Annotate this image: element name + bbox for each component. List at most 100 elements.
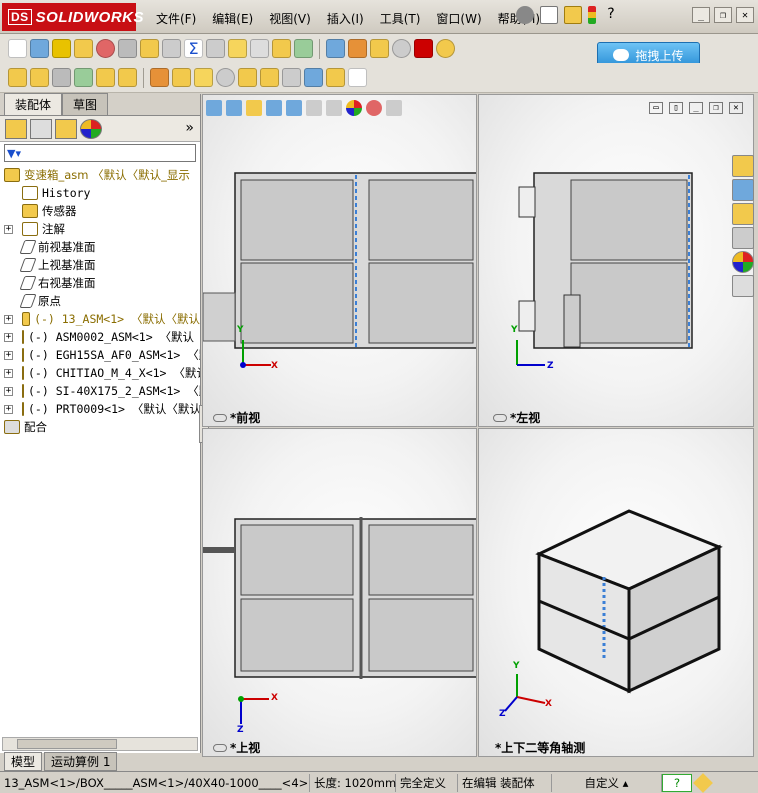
hole-alignment-check-icon[interactable] <box>348 68 367 87</box>
menu-window[interactable]: 窗口(W) <box>428 8 489 29</box>
menu-edit[interactable]: 编辑(E) <box>204 8 261 29</box>
hole-alignment-icon[interactable] <box>272 39 291 58</box>
viewport-front[interactable]: X Y *前视 <box>202 94 477 427</box>
tree-item[interactable]: + 注解 <box>0 220 200 238</box>
viewport-isometric[interactable]: X Y Z *上下二等角轴测 <box>478 428 754 757</box>
circle-check-icon[interactable] <box>392 39 411 58</box>
property-manager-tab-icon[interactable] <box>30 118 52 139</box>
menu-file[interactable]: 文件(F) <box>148 8 204 29</box>
custom-properties-icon[interactable] <box>732 275 754 297</box>
horizontal-scrollbar[interactable] <box>2 737 198 751</box>
zoom-to-fit-icon[interactable] <box>206 100 222 116</box>
expand-toggle[interactable]: + <box>4 332 13 342</box>
minimize-button[interactable]: _ <box>692 7 710 23</box>
tree-item[interactable]: 变速箱_asm 〈默认〈默认_显示 <box>0 166 200 184</box>
split-vertical-icon[interactable]: ▯ <box>669 102 683 114</box>
warning-icon[interactable] <box>228 39 247 58</box>
feature-tree-tab-icon[interactable] <box>5 118 27 139</box>
viewport-left[interactable]: Z Y *左视 ▭ ▯ _ ❐ ✕ <box>478 94 754 427</box>
interference-detection-icon[interactable] <box>304 68 323 87</box>
tab-model[interactable]: 模型 <box>4 752 43 771</box>
rebuild-traffic-light-icon[interactable] <box>588 6 596 24</box>
reference-geometry-icon[interactable] <box>194 68 213 87</box>
explode-line-icon[interactable] <box>282 68 301 87</box>
file-explorer-icon[interactable] <box>732 203 754 225</box>
tree-item[interactable]: History <box>0 184 200 202</box>
display-manager-tab-icon[interactable] <box>80 118 102 139</box>
close-button[interactable]: ✕ <box>736 7 754 23</box>
tab-sketch[interactable]: 草图 <box>62 93 109 115</box>
table-icon[interactable] <box>326 39 345 58</box>
menu-view[interactable]: 视图(V) <box>261 8 319 29</box>
edit-component-icon[interactable] <box>30 39 49 58</box>
equations-sigma-icon[interactable]: Σ <box>184 39 203 58</box>
previous-view-icon[interactable] <box>246 100 262 116</box>
tree-item[interactable]: + (-) CHITIAO_M_4_X<1> 〈默认 <box>0 364 200 382</box>
configuration-manager-tab-icon[interactable] <box>55 118 77 139</box>
expand-toggle[interactable]: + <box>4 368 13 378</box>
solidworks-resources-icon[interactable] <box>732 155 754 177</box>
link-icon[interactable] <box>493 413 507 422</box>
spellcheck-icon[interactable] <box>8 39 27 58</box>
hide-show-items-icon[interactable] <box>326 100 342 116</box>
restore-viewport-icon[interactable]: ❐ <box>709 102 723 114</box>
clearance-verification-icon[interactable] <box>326 68 345 87</box>
help-icon[interactable]: ? <box>662 773 692 792</box>
scale-icon[interactable] <box>52 39 71 58</box>
checkbox-icon[interactable] <box>140 39 159 58</box>
tree-item[interactable]: 前视基准面 <box>0 238 200 256</box>
edit-appearance-icon[interactable] <box>346 100 362 116</box>
display-style-icon[interactable] <box>306 100 322 116</box>
mass-properties-icon[interactable] <box>118 39 137 58</box>
open-folder-icon[interactable] <box>564 6 582 24</box>
properties-icon[interactable] <box>74 39 93 58</box>
notification-icon[interactable] <box>692 772 722 793</box>
expand-toggle[interactable]: + <box>4 224 13 234</box>
smart-fasteners-icon[interactable] <box>96 68 115 87</box>
appearances-scenes-icon[interactable] <box>732 251 754 273</box>
zoom-to-area-icon[interactable] <box>226 100 242 116</box>
viewport-top[interactable]: X Z *上视 <box>202 428 477 757</box>
tab-assembly[interactable]: 装配体 <box>4 93 63 115</box>
tree-item[interactable]: 传感器 <box>0 202 200 220</box>
show-hidden-icon[interactable] <box>150 68 169 87</box>
exploded-view-icon[interactable] <box>260 68 279 87</box>
view-orientation-icon[interactable] <box>286 100 302 116</box>
measure-icon[interactable] <box>96 39 115 58</box>
new-document-icon[interactable] <box>540 6 558 24</box>
view-palette-icon[interactable] <box>732 227 754 249</box>
new-motion-study-icon[interactable] <box>216 68 235 87</box>
bill-of-materials-icon[interactable] <box>238 68 257 87</box>
split-horizontal-icon[interactable]: ▭ <box>649 102 663 114</box>
move-component-icon[interactable] <box>118 68 137 87</box>
gear-icon[interactable] <box>370 39 389 58</box>
tree-item[interactable]: + (-) EGH15SA_AF0_ASM<1> 〈默 <box>0 346 200 364</box>
tree-item[interactable]: 右视基准面 <box>0 274 200 292</box>
tree-item[interactable]: 配合 <box>0 418 200 436</box>
expand-panel-icon[interactable]: » <box>185 120 194 136</box>
check-icon[interactable] <box>294 39 313 58</box>
tree-item[interactable]: + (-) PRT0009<1> 〈默认〈默认 <box>0 400 200 418</box>
menu-tools[interactable]: 工具(T) <box>372 8 429 29</box>
interference-icon[interactable] <box>206 39 225 58</box>
tree-item[interactable]: + (-) ASM0002_ASM<1> 〈默认〈 <box>0 328 200 346</box>
restore-button[interactable]: ❐ <box>714 7 732 23</box>
scrollbar-thumb[interactable] <box>17 739 117 749</box>
assembly-features-icon[interactable] <box>172 68 191 87</box>
tree-item[interactable]: 上视基准面 <box>0 256 200 274</box>
solidworks-logo[interactable]: DS SOLIDWORKS <box>2 3 144 31</box>
expand-toggle[interactable]: + <box>4 386 13 396</box>
tree-item[interactable]: + (-) 13_ASM<1> 〈默认〈默认 <box>0 310 200 328</box>
link-icon[interactable] <box>213 743 227 752</box>
units-dropdown[interactable]: 自定义 ▴ <box>552 773 662 792</box>
expand-toggle[interactable]: + <box>4 314 13 324</box>
linear-pattern-icon[interactable] <box>74 68 93 87</box>
design-library-icon[interactable] <box>732 179 754 201</box>
section-icon[interactable] <box>162 39 181 58</box>
new-part-icon[interactable] <box>30 68 49 87</box>
view-settings-icon[interactable] <box>386 100 402 116</box>
clearance-icon[interactable] <box>250 39 269 58</box>
section-view-icon[interactable] <box>266 100 282 116</box>
insert-component-icon[interactable] <box>8 68 27 87</box>
close-viewport-icon[interactable]: ✕ <box>729 102 743 114</box>
